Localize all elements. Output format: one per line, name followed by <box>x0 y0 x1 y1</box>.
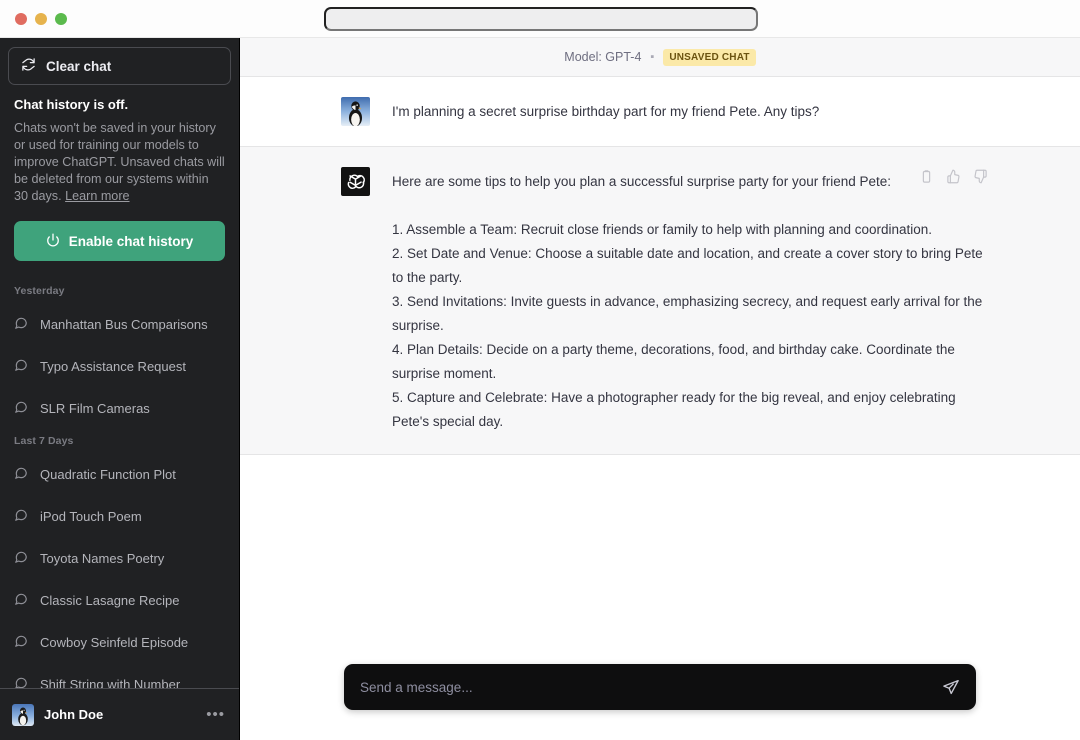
chat-history-item-label: Toyota Names Poetry <box>40 551 164 566</box>
chat-history-item[interactable]: Shift String with Number <box>0 663 239 688</box>
openai-logo-icon <box>341 167 370 196</box>
address-bar[interactable] <box>324 7 758 31</box>
chat-history-item[interactable]: Quadratic Function Plot <box>0 453 239 495</box>
sidebar: Clear chat Chat history is off. Chats wo… <box>0 38 240 740</box>
chat-history-item-label: iPod Touch Poem <box>40 509 142 524</box>
user-message-text: I'm planning a secret surprise birthday … <box>392 97 819 126</box>
assistant-intro: Here are some tips to help you plan a su… <box>392 170 990 194</box>
model-label: Model: GPT-4 <box>564 50 641 64</box>
user-menu-button[interactable]: ••• <box>206 706 227 723</box>
refresh-icon <box>21 57 36 75</box>
message-actions <box>919 169 988 189</box>
notice-title: Chat history is off. <box>14 97 225 112</box>
assistant-steps: 1. Assemble a Team: Recruit close friend… <box>392 218 990 434</box>
chat-history-item[interactable]: Manhattan Bus Comparisons <box>0 303 239 345</box>
chat-history-item-label: Quadratic Function Plot <box>40 467 176 482</box>
chat-history-item-label: SLR Film Cameras <box>40 401 150 416</box>
chat-history-item[interactable]: Cowboy Seinfeld Episode <box>0 621 239 663</box>
model-bar: Model: GPT-4 ▪ UNSAVED CHAT <box>240 38 1080 77</box>
assistant-step: 2. Set Date and Venue: Choose a suitable… <box>392 242 990 290</box>
chat-bubble-icon <box>14 466 28 483</box>
window-titlebar <box>0 0 1080 38</box>
main-layout: Clear chat Chat history is off. Chats wo… <box>0 38 1080 740</box>
copy-icon[interactable] <box>919 169 934 189</box>
zoom-window-button[interactable] <box>55 13 67 25</box>
message-thread: I'm planning a secret surprise birthday … <box>240 77 1080 664</box>
assistant-step: 3. Send Invitations: Invite guests in ad… <box>392 290 990 338</box>
chat-history-item-label: Shift String with Number <box>40 677 180 689</box>
separator-dot: ▪ <box>650 51 654 63</box>
chat-history-item-label: Classic Lasagne Recipe <box>40 593 179 608</box>
message-input[interactable] <box>360 680 942 695</box>
enable-chat-history-button[interactable]: Enable chat history <box>14 221 225 261</box>
assistant-step: 4. Plan Details: Decide on a party theme… <box>392 338 990 386</box>
chat-history-item-label: Typo Assistance Request <box>40 359 186 374</box>
traffic-lights <box>0 13 67 25</box>
chat-history-notice: Chat history is off. Chats won't be save… <box>0 85 239 205</box>
history-group-label-yesterday: Yesterday <box>0 279 239 303</box>
minimize-window-button[interactable] <box>35 13 47 25</box>
assistant-message-text: Here are some tips to help you plan a su… <box>392 167 990 434</box>
chat-bubble-icon <box>14 592 28 609</box>
learn-more-link[interactable]: Learn more <box>65 189 129 203</box>
message-row-user: I'm planning a secret surprise birthday … <box>240 77 1080 147</box>
composer-area <box>240 664 1080 740</box>
assistant-step: 1. Assemble a Team: Recruit close friend… <box>392 218 990 242</box>
chat-bubble-icon <box>14 634 28 651</box>
avatar <box>12 704 34 726</box>
chat-history-item[interactable]: Toyota Names Poetry <box>0 537 239 579</box>
user-name: John Doe <box>44 707 196 722</box>
clear-chat-label: Clear chat <box>46 59 111 74</box>
chat-history-item-label: Manhattan Bus Comparisons <box>40 317 208 332</box>
send-icon[interactable] <box>942 678 960 696</box>
chat-bubble-icon <box>14 400 28 417</box>
chat-history-list: Yesterday Manhattan Bus Comparisons Typo… <box>0 279 239 688</box>
chat-bubble-icon <box>14 550 28 567</box>
close-window-button[interactable] <box>15 13 27 25</box>
chat-history-item[interactable]: Classic Lasagne Recipe <box>0 579 239 621</box>
chat-bubble-icon <box>14 316 28 333</box>
status-badge: UNSAVED CHAT <box>663 49 755 66</box>
chat-main: Model: GPT-4 ▪ UNSAVED CHAT <box>240 38 1080 740</box>
power-icon <box>46 233 60 250</box>
composer[interactable] <box>344 664 976 710</box>
chat-history-item-label: Cowboy Seinfeld Episode <box>40 635 188 650</box>
clear-chat-button[interactable]: Clear chat <box>8 47 231 85</box>
app-window: Clear chat Chat history is off. Chats wo… <box>0 0 1080 740</box>
chat-history-item[interactable]: SLR Film Cameras <box>0 387 239 429</box>
enable-chat-history-label: Enable chat history <box>69 234 194 249</box>
assistant-step: 5. Capture and Celebrate: Have a photogr… <box>392 386 990 434</box>
chat-history-item[interactable]: iPod Touch Poem <box>0 495 239 537</box>
notice-body: Chats won't be saved in your history or … <box>14 120 225 205</box>
chat-bubble-icon <box>14 676 28 689</box>
chat-bubble-icon <box>14 358 28 375</box>
message-row-assistant: Here are some tips to help you plan a su… <box>240 147 1080 455</box>
thumbs-up-icon[interactable] <box>946 169 961 189</box>
history-group-label-last-7-days: Last 7 Days <box>0 429 239 453</box>
thumbs-down-icon[interactable] <box>973 169 988 189</box>
chat-history-item[interactable]: Typo Assistance Request <box>0 345 239 387</box>
chat-bubble-icon <box>14 508 28 525</box>
sidebar-user-footer[interactable]: John Doe ••• <box>0 688 239 740</box>
avatar <box>341 97 370 126</box>
